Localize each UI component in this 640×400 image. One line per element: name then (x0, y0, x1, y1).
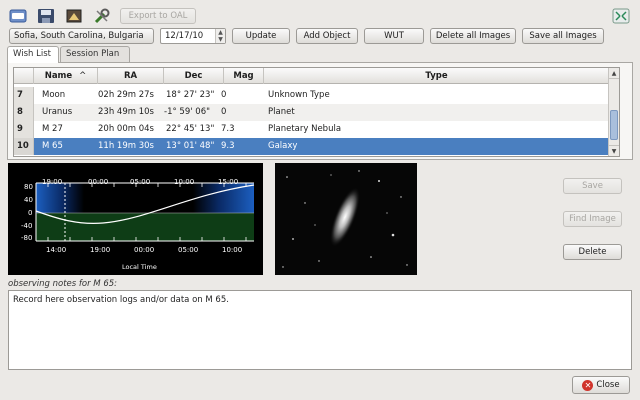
row-number: 8 (14, 104, 34, 121)
ground-band (36, 213, 254, 241)
top-tick-label: 10:00 (174, 178, 195, 186)
delete-image-button[interactable]: Delete (563, 244, 622, 260)
date-input[interactable]: 12/17/10 ▲ ▼ (160, 28, 226, 44)
cell-ra: 23h 49m 10s (98, 107, 154, 117)
close-button[interactable]: ✕ Close (572, 376, 630, 394)
date-spin-icon[interactable]: ▲ ▼ (215, 29, 225, 43)
row-number-header (14, 68, 34, 84)
print-icon[interactable] (64, 7, 84, 25)
tab-wish-list[interactable]: Wish List (7, 46, 59, 63)
scroll-down-icon[interactable]: ▼ (609, 145, 619, 156)
bottom-tick-label: 19:00 (90, 246, 111, 254)
cell-type: Galaxy (268, 141, 298, 151)
cell-type: Planet (268, 107, 295, 117)
cell-name: M 65 (42, 141, 63, 151)
save-all-images-button[interactable]: Save all Images (522, 28, 604, 44)
table-row[interactable]: 7 Moon 02h 29m 27s 18° 27' 23" 0 Unknown… (14, 87, 619, 104)
new-icon[interactable] (8, 7, 28, 25)
y-tick-label: -40 (21, 222, 33, 230)
cell-dec: -1° 59' 06" (164, 107, 211, 117)
galaxy-shape (329, 187, 361, 247)
cell-ra: 11h 19m 30s (98, 141, 154, 151)
y-tick-label: -80 (21, 234, 33, 242)
column-mag-header[interactable]: Mag (224, 68, 264, 84)
tools-icon[interactable] (92, 7, 112, 25)
x-axis-title: Local Time (122, 263, 157, 271)
cell-mag: 7.3 (221, 124, 235, 134)
table-scrollbar[interactable]: ▲ ▼ (608, 68, 619, 156)
top-tick-label: 05:00 (130, 178, 151, 186)
top-tick-label: 00:00 (88, 178, 109, 186)
top-tick-label: 15:00 (218, 178, 239, 186)
column-type-header[interactable]: Type (264, 68, 609, 84)
bottom-tick-label: 00:00 (134, 246, 155, 254)
row-number: 9 (14, 121, 34, 138)
notes-label: observing notes for M 65: (8, 279, 118, 289)
cell-type: Unknown Type (268, 90, 330, 100)
table-row[interactable]: 8 Uranus 23h 49m 10s -1° 59' 06" 0 Plane… (14, 104, 619, 121)
cell-ra: 20h 00m 04s (98, 124, 154, 134)
save-icon[interactable] (36, 7, 56, 25)
bottom-tick-label: 05:00 (178, 246, 199, 254)
location-button[interactable]: Sofia, South Carolina, Bulgaria (9, 28, 154, 44)
cell-mag: 9.3 (221, 141, 235, 151)
find-image-button[interactable]: Find Image (563, 211, 622, 227)
row-number: 7 (14, 87, 34, 104)
date-value: 12/17/10 (165, 31, 204, 41)
notes-text: Record here observation logs and/or data… (13, 295, 229, 305)
cell-mag: 0 (221, 107, 227, 117)
bottom-tick-label: 14:00 (46, 246, 67, 254)
row-number: 10 (14, 138, 34, 155)
save-image-button[interactable]: Save (563, 178, 622, 194)
altitude-chart[interactable]: 19:00 00:00 05:00 10:00 15:00 80 40 0 -4… (8, 163, 263, 275)
cell-name: M 27 (42, 124, 63, 134)
sort-ascending-icon: ^ (79, 71, 87, 81)
sky-band (36, 183, 254, 213)
close-icon: ✕ (582, 379, 594, 391)
cell-name: Uranus (42, 107, 73, 117)
top-tick-label: 19:00 (42, 178, 63, 186)
cell-dec: 13° 01' 48" (166, 141, 215, 151)
scroll-thumb[interactable] (610, 110, 618, 140)
delete-all-images-button[interactable]: Delete all Images (430, 28, 516, 44)
cell-mag: 0 (221, 90, 227, 100)
table-row-selected[interactable]: 10 M 65 11h 19m 30s 13° 01' 48" 9.3 Gala… (14, 138, 619, 155)
add-object-button[interactable]: Add Object (296, 28, 358, 44)
wish-list-panel: Name ^ RA Dec Mag Type 7 Moon 02h 29m 27… (7, 62, 633, 160)
galaxy-image-svg (282, 170, 408, 268)
column-ra-header[interactable]: RA (98, 68, 164, 84)
y-tick-label: 40 (24, 196, 33, 204)
column-name-header[interactable]: Name ^ (34, 68, 98, 84)
object-image[interactable] (275, 163, 417, 275)
cell-type: Planetary Nebula (268, 124, 342, 134)
close-label: Close (596, 380, 620, 390)
cell-dec: 18° 27' 23" (166, 90, 215, 100)
object-table: Name ^ RA Dec Mag Type 7 Moon 02h 29m 27… (13, 67, 620, 157)
table-row[interactable]: 9 M 27 20h 00m 04s 22° 45' 13" 7.3 Plane… (14, 121, 619, 138)
fullscreen-icon[interactable] (610, 7, 632, 25)
export-to-oal-button[interactable]: Export to OAL (120, 8, 196, 24)
bottom-tick-label: 10:00 (222, 246, 243, 254)
cell-name: Moon (42, 90, 66, 100)
y-tick-label: 80 (24, 183, 33, 191)
y-tick-label: 0 (28, 209, 33, 217)
cell-dec: 22° 45' 13" (166, 124, 215, 134)
table-header: Name ^ RA Dec Mag Type (14, 68, 619, 84)
column-name-label: Name (44, 71, 73, 81)
tab-session-plan[interactable]: Session Plan (60, 46, 130, 62)
column-dec-header[interactable]: Dec (164, 68, 224, 84)
cell-ra: 02h 29m 27s (98, 90, 154, 100)
scroll-up-icon[interactable]: ▲ (609, 68, 619, 79)
notes-textarea[interactable]: Record here observation logs and/or data… (8, 290, 632, 370)
wut-button[interactable]: WUT (364, 28, 424, 44)
update-button[interactable]: Update (232, 28, 290, 44)
